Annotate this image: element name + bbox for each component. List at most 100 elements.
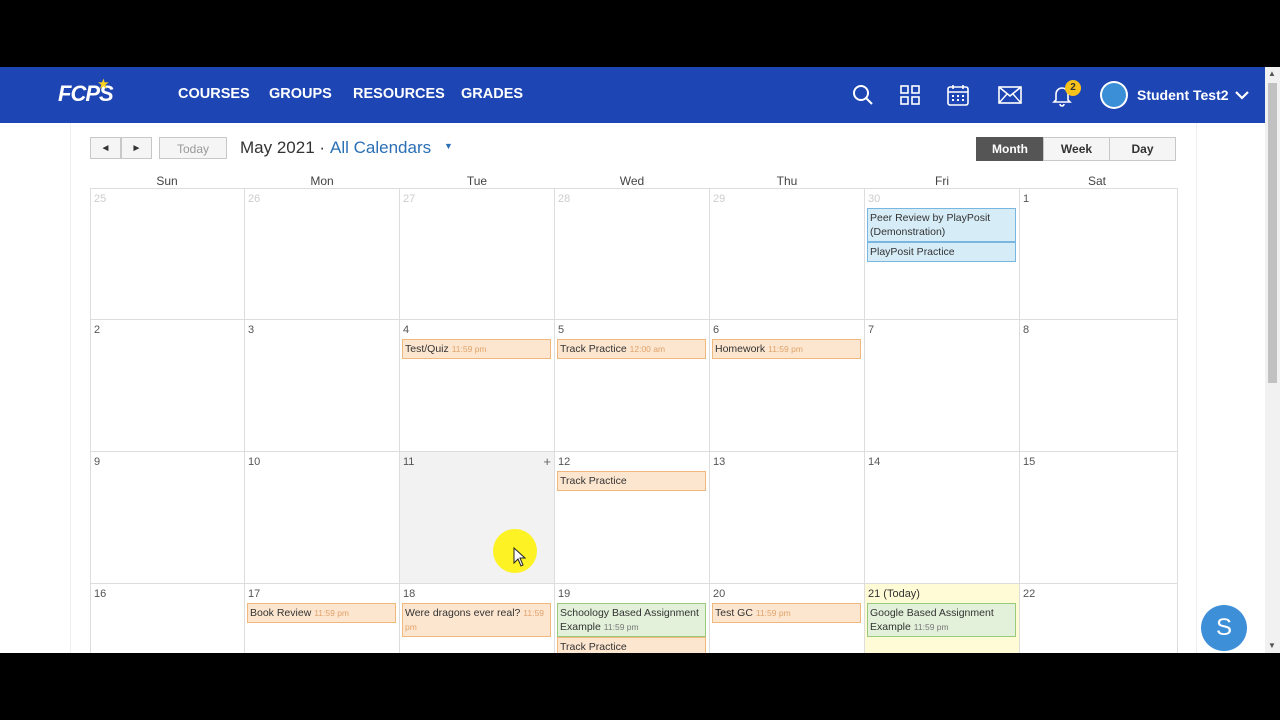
day-number[interactable]: 17 bbox=[248, 588, 260, 600]
day-cell[interactable]: 17 Book Review 11:59 pm bbox=[245, 584, 400, 653]
scroll-up-icon[interactable]: ▲ bbox=[1268, 69, 1276, 78]
fcps-logo[interactable]: FCPS ★ bbox=[58, 77, 114, 111]
day-cell[interactable]: 19 Schoology Based Assignment Example 11:… bbox=[555, 584, 710, 653]
day-cell[interactable]: 5 Track Practice 12:00 am bbox=[555, 320, 710, 452]
day-cell[interactable]: 14 bbox=[865, 452, 1020, 584]
day-number[interactable]: 12 bbox=[558, 456, 570, 468]
help-chat-button[interactable]: S bbox=[1201, 605, 1247, 651]
day-number[interactable]: 4 bbox=[403, 324, 409, 336]
day-cell[interactable]: 7 bbox=[865, 320, 1020, 452]
calendar-event[interactable]: Book Review 11:59 pm bbox=[247, 603, 396, 623]
day-number[interactable]: 8 bbox=[1023, 324, 1029, 336]
day-number[interactable]: 9 bbox=[94, 456, 100, 468]
day-cell[interactable]: 30 Peer Review by PlayPosit (Demonstratio… bbox=[865, 188, 1020, 320]
day-cell[interactable]: 16 bbox=[90, 584, 245, 653]
calendar-event[interactable]: Track Practice bbox=[557, 471, 706, 491]
day-number[interactable]: 10 bbox=[248, 456, 260, 468]
day-number[interactable]: 15 bbox=[1023, 456, 1035, 468]
notification-badge: 2 bbox=[1065, 80, 1081, 96]
day-cell[interactable]: 9 bbox=[90, 452, 245, 584]
calendar-event[interactable]: Peer Review by PlayPosit (Demonstration) bbox=[867, 208, 1016, 242]
event-title: Test GC bbox=[715, 607, 753, 619]
calendar-event[interactable]: Track Practice bbox=[557, 637, 706, 653]
day-number[interactable]: 22 bbox=[1023, 588, 1035, 600]
day-number[interactable]: 30 bbox=[868, 193, 880, 205]
view-day-button[interactable]: Day bbox=[1109, 137, 1176, 161]
day-number[interactable]: 29 bbox=[713, 193, 725, 205]
day-number[interactable]: 27 bbox=[403, 193, 415, 205]
avatar[interactable] bbox=[1100, 81, 1128, 109]
day-cell[interactable]: 27 bbox=[400, 188, 555, 320]
day-cell[interactable]: 12 Track Practice bbox=[555, 452, 710, 584]
day-cell[interactable]: 26 bbox=[245, 188, 400, 320]
day-cell[interactable]: 4 Test/Quiz 11:59 pm bbox=[400, 320, 555, 452]
view-week-button[interactable]: Week bbox=[1043, 137, 1110, 161]
day-cell[interactable]: 2 bbox=[90, 320, 245, 452]
day-number[interactable]: 2 bbox=[94, 324, 100, 336]
event-title: Track Practice bbox=[560, 343, 627, 355]
day-number[interactable]: 20 bbox=[713, 588, 725, 600]
chevron-down-icon[interactable] bbox=[1234, 87, 1250, 103]
user-name[interactable]: Student Test2 bbox=[1137, 87, 1229, 103]
calendar-event[interactable]: Schoology Based Assignment Example 11:59… bbox=[557, 603, 706, 637]
add-event-icon[interactable]: + bbox=[543, 454, 551, 469]
day-number[interactable]: 6 bbox=[713, 324, 719, 336]
vertical-scrollbar[interactable]: ▲ ▼ bbox=[1265, 67, 1280, 653]
day-cell[interactable]: 6 Homework 11:59 pm bbox=[710, 320, 865, 452]
day-cell[interactable]: 20 Test GC 11:59 pm bbox=[710, 584, 865, 653]
next-month-button[interactable]: ► bbox=[121, 137, 152, 159]
calendar-event[interactable]: Track Practice 12:00 am bbox=[557, 339, 706, 359]
scrollbar-thumb[interactable] bbox=[1268, 83, 1277, 383]
day-number[interactable]: 13 bbox=[713, 456, 725, 468]
calendar-filter-dropdown[interactable]: All Calendars bbox=[330, 138, 431, 158]
day-number[interactable]: 16 bbox=[94, 588, 106, 600]
day-number[interactable]: 5 bbox=[558, 324, 564, 336]
dow-sun: Sun bbox=[156, 174, 178, 188]
day-cell[interactable]: 29 bbox=[710, 188, 865, 320]
caret-down-icon[interactable]: ▼ bbox=[444, 141, 453, 151]
apps-grid-icon[interactable] bbox=[898, 83, 922, 107]
calendar-event[interactable]: PlayPosit Practice bbox=[867, 242, 1016, 262]
day-cell[interactable]: 22 bbox=[1020, 584, 1178, 653]
today-button[interactable]: Today bbox=[159, 137, 227, 159]
day-cell[interactable]: 3 bbox=[245, 320, 400, 452]
scroll-down-icon[interactable]: ▼ bbox=[1268, 641, 1276, 650]
day-cell[interactable]: 25 bbox=[90, 188, 245, 320]
day-number[interactable]: 25 bbox=[94, 193, 106, 205]
nav-courses[interactable]: COURSES bbox=[178, 86, 250, 102]
event-title: PlayPosit Practice bbox=[870, 246, 955, 258]
day-cell[interactable]: 13 bbox=[710, 452, 865, 584]
nav-grades[interactable]: GRADES bbox=[461, 86, 523, 102]
dow-wed: Wed bbox=[619, 174, 645, 188]
view-month-button[interactable]: Month bbox=[976, 137, 1044, 161]
calendar-event[interactable]: Test GC 11:59 pm bbox=[712, 603, 861, 623]
calendar-event[interactable]: Test/Quiz 11:59 pm bbox=[402, 339, 551, 359]
day-number[interactable]: 14 bbox=[868, 456, 880, 468]
calendar-event[interactable]: Homework 11:59 pm bbox=[712, 339, 861, 359]
day-number[interactable]: 3 bbox=[248, 324, 254, 336]
day-number[interactable]: 11 bbox=[403, 456, 414, 468]
day-cell[interactable]: 21 (Today) Google Based Assignment Exampl… bbox=[865, 584, 1020, 653]
day-number[interactable]: 28 bbox=[558, 193, 570, 205]
nav-groups[interactable]: GROUPS bbox=[269, 86, 332, 102]
day-number[interactable]: 1 bbox=[1023, 193, 1029, 205]
day-number[interactable]: 21 (Today) bbox=[868, 588, 920, 600]
calendar-event[interactable]: Google Based Assignment Example 11:59 pm bbox=[867, 603, 1016, 637]
day-cell[interactable]: 28 bbox=[555, 188, 710, 320]
prev-month-button[interactable]: ◄ bbox=[90, 137, 121, 159]
day-number[interactable]: 7 bbox=[868, 324, 874, 336]
calendar-event[interactable]: Were dragons ever real? 11:59 pm bbox=[402, 603, 551, 637]
day-cell[interactable]: 10 bbox=[245, 452, 400, 584]
calendar-icon[interactable] bbox=[946, 83, 970, 107]
day-number[interactable]: 19 bbox=[558, 588, 570, 600]
day-cell[interactable]: 18 Were dragons ever real? 11:59 pm bbox=[400, 584, 555, 653]
mail-icon[interactable] bbox=[998, 83, 1022, 107]
nav-resources[interactable]: RESOURCES bbox=[353, 86, 445, 102]
day-cell[interactable]: 1 bbox=[1020, 188, 1178, 320]
search-icon[interactable] bbox=[851, 83, 875, 107]
day-cell[interactable]: 8 bbox=[1020, 320, 1178, 452]
day-number[interactable]: 18 bbox=[403, 588, 415, 600]
day-cell[interactable]: 15 bbox=[1020, 452, 1178, 584]
dow-thu: Thu bbox=[776, 174, 798, 188]
day-number[interactable]: 26 bbox=[248, 193, 260, 205]
